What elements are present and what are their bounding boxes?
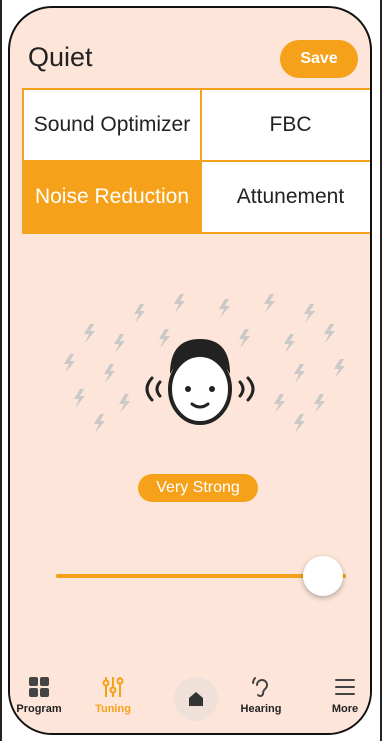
save-button[interactable]: Save xyxy=(280,40,358,78)
tab-label: Hearing xyxy=(240,703,282,715)
tab-label: Tuning xyxy=(95,703,131,715)
tab-more[interactable]: More xyxy=(310,675,370,715)
tab-hearing[interactable]: Hearing xyxy=(226,675,296,715)
grid-icon xyxy=(29,677,49,697)
ear-icon xyxy=(252,677,268,697)
level-badge: Very Strong xyxy=(138,474,258,502)
tab-label: Program xyxy=(16,703,62,715)
header: Quiet Save xyxy=(10,8,370,92)
home-icon xyxy=(189,692,203,706)
attunement-button[interactable]: Attunement xyxy=(202,162,370,232)
sound-optimizer-button[interactable]: Sound Optimizer xyxy=(24,90,200,160)
noise-reduction-button[interactable]: Noise Reduction xyxy=(24,162,200,232)
page-title: Quiet xyxy=(28,42,93,72)
slider-thumb[interactable] xyxy=(302,556,343,596)
face-icon xyxy=(145,339,255,425)
home-button[interactable] xyxy=(174,677,218,721)
list-icon xyxy=(335,679,355,695)
noise-level-slider[interactable] xyxy=(56,556,366,596)
tab-tuning[interactable]: Tuning xyxy=(78,675,148,715)
tab-bar: Program Tuning Hearing More xyxy=(10,669,370,733)
noise-reduction-illustration xyxy=(64,294,345,433)
sliders-icon xyxy=(102,677,124,697)
phone-screen: Quiet Save Sound Optimizer FBC Noise Red… xyxy=(8,6,372,735)
tab-label: More xyxy=(331,703,359,715)
tab-program[interactable]: Program xyxy=(10,675,74,715)
option-grid: Sound Optimizer FBC Noise Reduction Attu… xyxy=(22,88,370,234)
fbc-button[interactable]: FBC xyxy=(202,90,370,160)
